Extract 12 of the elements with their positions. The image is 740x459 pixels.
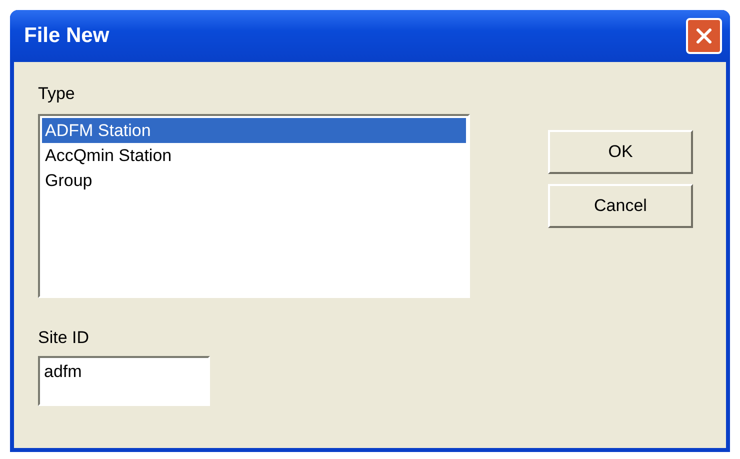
- close-button[interactable]: [686, 18, 722, 54]
- window-title: File New: [24, 24, 110, 48]
- type-listbox[interactable]: ADFM Station AccQmin Station Group: [38, 114, 470, 298]
- close-icon: [695, 27, 713, 45]
- cancel-button[interactable]: Cancel: [548, 184, 693, 228]
- ok-button[interactable]: OK: [548, 130, 693, 174]
- list-item[interactable]: AccQmin Station: [42, 143, 466, 168]
- site-id-label: Site ID: [38, 328, 90, 348]
- list-item[interactable]: ADFM Station: [42, 118, 466, 143]
- type-label: Type: [38, 84, 76, 104]
- site-id-field[interactable]: adfm: [38, 356, 210, 406]
- list-item[interactable]: Group: [42, 168, 466, 193]
